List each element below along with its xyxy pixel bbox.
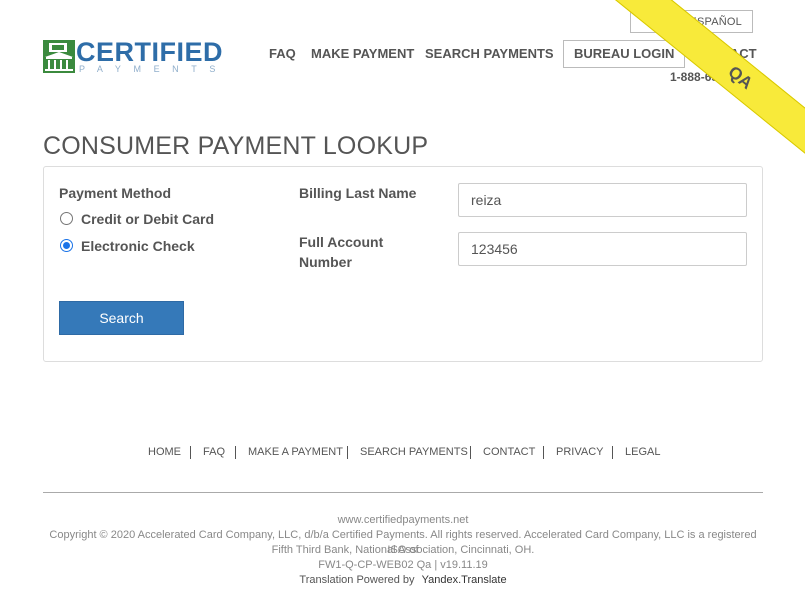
footer-divider [612, 446, 613, 459]
radio-credit-card[interactable] [60, 212, 73, 225]
radio-credit-card-label[interactable]: Credit or Debit Card [81, 209, 214, 229]
payment-method-label: Payment Method [59, 185, 172, 201]
logo-wordmark: CERTIFIED [76, 37, 224, 67]
account-number-input[interactable]: 123456 [458, 232, 747, 266]
account-number-label-line2: Number [299, 254, 352, 270]
footer-link-search-payments[interactable]: SEARCH PAYMENTS [360, 446, 468, 458]
footer-link-legal[interactable]: LEGAL [625, 446, 660, 458]
radio-electronic-check-label[interactable]: Electronic Check [81, 236, 195, 256]
footer-version: FW1-Q-CP-WEB02 Qa | v19.11.19 [318, 559, 488, 571]
logo-subtitle: PAYMENTS [79, 64, 228, 74]
payment-lookup-form: Payment Method Credit or Debit Card Elec… [43, 166, 763, 362]
footer-divider [190, 446, 191, 459]
page-title: CONSUMER PAYMENT LOOKUP [43, 132, 429, 160]
radio-electronic-check[interactable] [60, 239, 73, 252]
footer-link-privacy[interactable]: PRIVACY [556, 446, 603, 458]
footer-link-contact[interactable]: CONTACT [483, 446, 535, 458]
footer-copyright-line2: Fifth Third Bank, National Association, … [271, 544, 535, 556]
phone-number: 1-888-655-2020 [670, 70, 756, 84]
translation-prefix: Translation Powered by [299, 574, 415, 586]
footer-link-home[interactable]: HOME [148, 446, 181, 458]
footer-nav: HOME FAQ MAKE A PAYMENT SEARCH PAYMENTS … [0, 446, 805, 462]
billing-last-name-input[interactable]: reiza [458, 183, 747, 217]
billing-last-name-label: Billing Last Name [299, 185, 417, 201]
certified-payments-logo[interactable]: CERTIFIED PAYMENTS [43, 38, 223, 76]
footer-translation: Translation Powered by Yandex.Translate [43, 573, 763, 588]
language-toggle-label: EN ESPAÑOL [670, 15, 742, 28]
footer-divider-line [43, 492, 763, 493]
yandex-translate-link[interactable]: Yandex.Translate [422, 574, 507, 586]
footer-divider [235, 446, 236, 459]
footer-divider [347, 446, 348, 459]
nav-bureau-login[interactable]: BUREAU LOGIN [563, 40, 686, 68]
account-number-label-line1: Full Account [299, 234, 384, 250]
bank-building-icon [43, 40, 75, 73]
nav-faq[interactable]: FAQ [269, 40, 296, 68]
footer-divider [470, 446, 471, 459]
nav-search-payments[interactable]: SEARCH PAYMENTS [425, 40, 554, 68]
language-toggle-button[interactable]: EN ESPAÑOL [630, 10, 753, 33]
footer-link-make-payment[interactable]: MAKE A PAYMENT [248, 446, 343, 458]
footer-site-url: www.certifiedpayments.net [337, 514, 469, 526]
footer-divider [543, 446, 544, 459]
search-button[interactable]: Search [59, 301, 184, 335]
nav-make-payment[interactable]: MAKE PAYMENT [311, 40, 414, 68]
footer-link-faq[interactable]: FAQ [203, 446, 225, 458]
nav-contact[interactable]: CONTACT [694, 40, 757, 68]
